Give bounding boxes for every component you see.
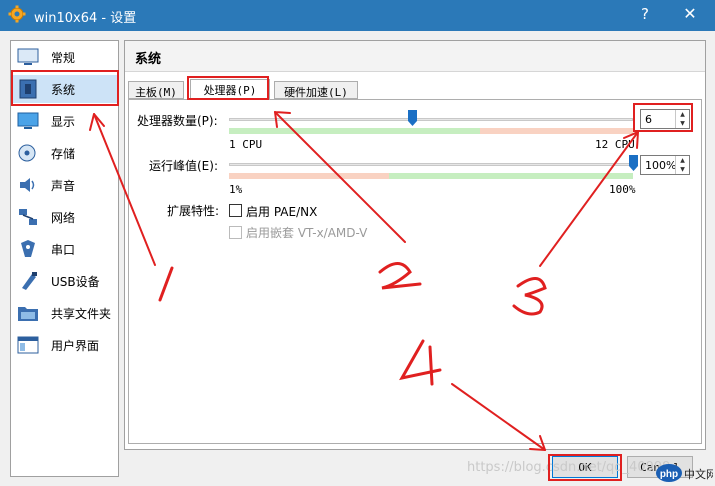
nested-vtx-label: 启用嵌套 VT-x/AMD-V	[246, 226, 368, 240]
sidebar-item-label: 串口	[51, 243, 76, 257]
serial-port-icon	[21, 240, 35, 257]
sidebar-item-label: 用户界面	[51, 339, 100, 353]
title-bar: win10x64 - 设置 ? ✕	[0, 0, 715, 31]
cpu-count-spinbox[interactable]: 6 ▲ ▼	[640, 109, 690, 129]
spin-down-icon[interactable]: ▼	[676, 119, 689, 128]
cpu-count-label: 处理器数量(P):	[137, 114, 218, 128]
svg-text:php: php	[660, 469, 678, 480]
watermark-url: https://blog.csdn.net/qq_40999...	[467, 460, 683, 475]
tab-motherboard[interactable]: 主板(M)	[128, 81, 184, 99]
spin-up-icon[interactable]: ▲	[676, 156, 689, 165]
sidebar-item-system[interactable]: 系统	[11, 75, 118, 103]
sidebar-item-general[interactable]: 常规	[11, 43, 118, 71]
cpu-slider-overcommit-zone	[480, 128, 633, 134]
sidebar-item-usb[interactable]: USB设备	[11, 267, 118, 295]
exec-cap-safe-zone	[389, 173, 633, 179]
exec-cap-low-zone	[229, 173, 389, 179]
sidebar-item-shared-folders[interactable]: 共享文件夹	[11, 299, 118, 327]
sidebar-item-serial-port[interactable]: 串口	[11, 235, 118, 263]
settings-main-panel: 系统 主板(M) 处理器(P) 硬件加速(L) 处理器数量(P): 1 CPU …	[124, 40, 706, 450]
storage-icon	[18, 144, 36, 162]
exec-cap-spinbox[interactable]: 100% ▲ ▼	[640, 155, 690, 175]
php-logo: php 中文网	[656, 464, 713, 482]
sidebar-item-label: 显示	[51, 115, 76, 129]
svg-text:中文网: 中文网	[684, 467, 713, 481]
cpu-slider-safe-zone	[229, 128, 480, 134]
exec-cap-slider-thumb[interactable]	[628, 155, 638, 171]
network-icon	[19, 209, 37, 225]
sidebar-item-display[interactable]: 显示	[11, 107, 118, 135]
exec-cap-min-label: 1%	[229, 183, 243, 196]
ext-features-label: 扩展特性:	[167, 204, 220, 218]
sidebar-item-label: 声音	[51, 179, 76, 193]
user-interface-icon	[17, 336, 39, 354]
sidebar-item-label: 存储	[51, 147, 76, 161]
usb-icon	[22, 272, 37, 290]
page-header: 系统	[125, 41, 705, 72]
exec-cap-label: 运行峰值(E):	[149, 159, 218, 173]
shared-folder-icon	[18, 307, 38, 321]
tab-processor[interactable]: 处理器(P)	[190, 79, 270, 99]
page-title: 系统	[135, 52, 162, 67]
sidebar-item-label: 系统	[51, 83, 76, 97]
cpu-max-label: 12 CPU	[595, 138, 635, 151]
pae-label: 启用 PAE/NX	[246, 205, 318, 219]
help-button[interactable]: ?	[635, 5, 655, 23]
sidebar-item-label: USB设备	[51, 275, 100, 289]
display-icon	[17, 112, 39, 129]
sidebar-item-label: 网络	[51, 211, 76, 225]
processor-tab-panel: 处理器数量(P): 1 CPU 12 CPU 6 ▲ ▼ 运行峰值(E): 1% …	[128, 99, 702, 444]
spin-down-icon[interactable]: ▼	[676, 165, 689, 174]
general-icon	[17, 48, 39, 65]
cpu-slider-track[interactable]	[229, 118, 633, 121]
sidebar-item-storage[interactable]: 存储	[11, 139, 118, 167]
sidebar-item-user-interface[interactable]: 用户界面	[11, 331, 118, 359]
pae-checkbox[interactable]	[229, 204, 242, 217]
window-title: win10x64 - 设置	[34, 11, 137, 26]
cpu-min-label: 1 CPU	[229, 138, 263, 151]
sidebar-item-label: 共享文件夹	[51, 307, 112, 321]
app-gear-icon	[8, 5, 26, 23]
sidebar-item-label: 常规	[51, 51, 76, 65]
nested-vtx-checkbox	[229, 226, 242, 239]
sidebar-item-audio[interactable]: 声音	[11, 171, 118, 199]
exec-cap-value: 100%	[645, 159, 677, 172]
tab-acceleration[interactable]: 硬件加速(L)	[274, 81, 358, 99]
cpu-slider-thumb[interactable]	[408, 110, 418, 126]
motherboard-icon	[19, 79, 37, 99]
close-button[interactable]: ✕	[680, 4, 700, 23]
settings-sidebar: 常规 系统 显示 存储 声音 网络 串口 USB设备 共享文件夹 用户界面	[10, 40, 119, 477]
exec-cap-max-label: 100%	[609, 183, 636, 196]
audio-icon	[20, 178, 35, 192]
sidebar-item-network[interactable]: 网络	[11, 203, 118, 231]
cpu-count-value: 6	[645, 113, 652, 126]
exec-cap-slider-track[interactable]	[229, 163, 633, 166]
spin-up-icon[interactable]: ▲	[676, 110, 689, 119]
